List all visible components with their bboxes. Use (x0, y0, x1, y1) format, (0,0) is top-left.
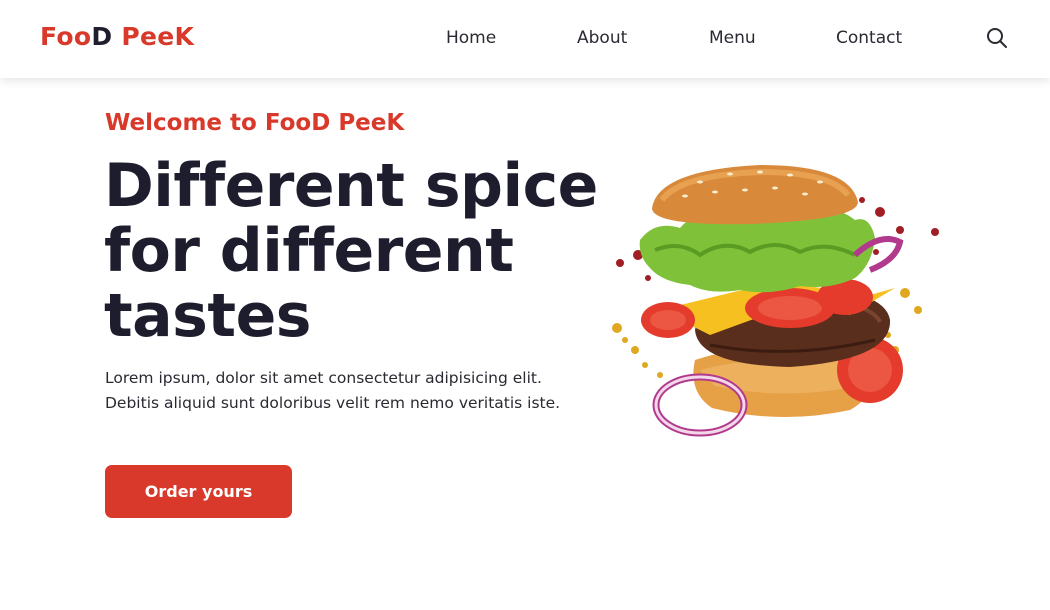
hero-description: Lorem ipsum, dolor sit amet consectetur … (105, 366, 605, 416)
logo-part-pee: Pee (112, 22, 175, 51)
hero-title-line: tastes (104, 281, 311, 351)
search-icon (987, 28, 1007, 48)
hero-title: Different spice for different tastes (104, 154, 624, 349)
nav-link-about[interactable]: About (577, 28, 627, 48)
search-button[interactable] (985, 26, 1009, 50)
brand-logo[interactable]: FooD PeeK (40, 22, 194, 51)
hero-description-line: Lorem ipsum, dolor sit amet consectetur … (105, 369, 542, 387)
nav-link-home[interactable]: Home (446, 28, 496, 48)
order-button[interactable]: Order yours (105, 465, 292, 518)
hero-title-line: for different (104, 216, 514, 286)
logo-part-d: D (91, 22, 113, 51)
logo-part-foo: Foo (40, 22, 92, 51)
hero-subtitle: Welcome to FooD PeeK (105, 110, 405, 136)
burger-image (612, 165, 939, 437)
logo-part-k: K (174, 22, 195, 51)
hero-description-line: Debitis aliquid sunt doloribus velit rem… (105, 394, 561, 412)
nav-link-contact[interactable]: Contact (836, 28, 902, 48)
site-header: FooD PeeK Home About Menu Contact (0, 0, 1050, 78)
nav-link-menu[interactable]: Menu (709, 28, 756, 48)
hero-title-line: Different spice (104, 151, 598, 221)
